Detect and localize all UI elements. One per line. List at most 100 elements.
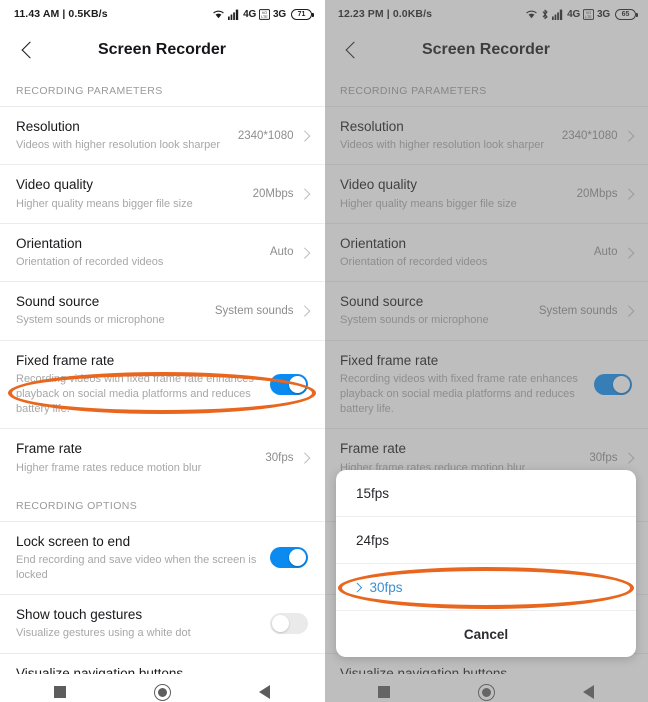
row-subtitle: Videos with higher resolution look sharp… [16,139,221,152]
dialog-option-15fps[interactable]: 15fps [336,470,636,517]
screenshot-stage: 11.43 AM | 0.5KB/s 4G VO LTE 3G 71 Scree… [0,0,648,702]
status-icons: 4G VO LTE 3G 71 [212,8,314,20]
chevron-right-icon [622,305,634,317]
back-chevron-icon [21,41,39,59]
square-recents-icon[interactable] [378,686,390,698]
chevron-right-icon [352,582,362,592]
toggle-knob [613,375,630,393]
row-fixed-frame-rate[interactable]: Fixed frame rate Recording videos with f… [0,339,324,429]
row-title: Fixed frame rate [16,352,115,368]
back-button[interactable] [8,28,52,72]
app-bar: Screen Recorder [324,28,648,72]
chevron-right-icon [298,130,310,141]
chevron-right-icon [298,305,310,317]
row-subtitle: System sounds or microphone [340,314,489,327]
left-phone-screen: 11.43 AM | 0.5KB/s 4G VO LTE 3G 71 Scree… [0,0,324,702]
row-value: 30fps [589,451,618,464]
dialog-option-24fps[interactable]: 24fps [336,517,636,564]
row-sound-source[interactable]: Sound source System sounds or microphone… [324,281,648,340]
settings-list[interactable]: RECORDING PARAMETERS Resolution Videos w… [0,72,324,674]
row-title: Orientation [340,235,407,251]
section-header-recording-parameters: RECORDING PARAMETERS [340,85,487,97]
volte-icon: VO LTE [583,8,595,20]
row-visualize-navigation-buttons[interactable]: Visualize navigation buttons Show prompt… [0,652,324,674]
row-title: Visualize navigation buttons [16,665,184,674]
dialog-option-label: 15fps [356,485,390,501]
signal-bars-icon [228,8,240,20]
section-header-recording-parameters: RECORDING PARAMETERS [16,85,163,97]
row-show-touch-gestures[interactable]: Show touch gestures Visualize gestures u… [0,594,324,653]
row-resolution[interactable]: Resolution Videos with higher resolution… [324,106,648,165]
row-subtitle: Orientation of recorded videos [340,256,488,268]
row-orientation[interactable]: Orientation Orientation of recorded vide… [0,222,324,282]
network-4g-label: 4G [567,8,581,20]
row-subtitle: Recording videos with fixed frame rate e… [340,372,578,416]
row-subtitle: System sounds or microphone [16,314,165,327]
chevron-right-icon [622,452,634,464]
circle-home-icon[interactable] [154,683,171,701]
lock-screen-to-end-toggle[interactable] [270,547,308,569]
svg-text:LTE: LTE [261,15,268,19]
row-title: Sound source [16,294,100,310]
dialog-option-label: 30fps [369,579,403,595]
wifi-icon [525,8,538,20]
square-recents-icon[interactable] [54,686,66,698]
fixed-frame-rate-toggle[interactable] [594,373,632,395]
row-value: System sounds [214,304,294,317]
row-orientation[interactable]: Orientation Orientation of recorded vide… [324,222,648,282]
bluetooth-icon [541,8,549,20]
row-value: Auto [593,246,618,259]
row-title: Frame rate [340,441,407,457]
triangle-back-icon[interactable] [583,685,594,699]
dialog-option-30fps[interactable]: 30fps [336,564,636,611]
row-lock-screen-to-end[interactable]: Lock screen to end End recording and sav… [0,520,324,595]
row-video-quality[interactable]: Video quality Higher quality means bigge… [324,164,648,223]
status-bar: 12.23 PM | 0.0KB/s 4G VO LTE 3G 65 [324,0,648,28]
status-time-and-speed: 12.23 PM | 0.0KB/s [338,8,433,20]
row-subtitle: Higher quality means bigger file size [16,197,193,210]
wifi-icon [212,8,225,20]
show-touch-gestures-toggle[interactable] [270,613,308,635]
battery-percent: 71 [297,10,306,18]
right-phone-screen: 12.23 PM | 0.0KB/s 4G VO LTE 3G 65 Scree… [324,0,648,702]
frame-rate-dialog: 15fps 24fps 30fps Cancel [336,470,636,657]
network-4g-label: 4G [243,8,257,20]
navigation-bar [324,674,648,702]
row-fixed-frame-rate[interactable]: Fixed frame rate Recording videos with f… [324,339,648,429]
home-inner-dot [158,687,167,697]
network-3g-label: 3G [597,8,610,20]
battery-icon: 65 [615,8,638,20]
dialog-cancel-button[interactable]: Cancel [336,611,636,657]
chevron-right-icon [622,130,634,141]
triangle-back-icon[interactable] [259,685,270,699]
row-title: Lock screen to end [16,533,131,549]
row-value: Auto [269,246,294,259]
panel-divider [324,0,325,702]
row-frame-rate[interactable]: Frame rate Higher frame rates reduce mot… [0,428,324,487]
home-inner-dot [482,687,491,697]
app-bar: Screen Recorder [0,28,324,72]
chevron-right-icon [298,452,310,464]
row-video-quality[interactable]: Video quality Higher quality means bigge… [0,164,324,223]
fixed-frame-rate-toggle[interactable] [270,373,308,395]
row-resolution[interactable]: Resolution Videos with higher resolution… [0,106,324,165]
row-title: Visualize navigation buttons [340,665,508,674]
row-title: Sound source [340,294,424,310]
volte-icon: VO LTE [259,8,271,20]
status-time-and-speed: 11.43 AM | 0.5KB/s [14,8,108,20]
chevron-right-icon [298,247,310,258]
signal-bars-icon [552,8,564,20]
back-button[interactable] [332,28,376,72]
row-sound-source[interactable]: Sound source System sounds or microphone… [0,281,324,340]
chevron-right-icon [298,188,310,200]
svg-text:LTE: LTE [585,15,592,19]
row-value: System sounds [538,304,618,317]
row-subtitle: Higher quality means bigger file size [340,197,517,210]
row-title: Fixed frame rate [340,352,439,368]
toggle-knob [289,375,306,393]
row-title: Video quality [340,177,418,193]
row-value: 2340*1080 [237,129,294,142]
circle-home-icon[interactable] [478,683,495,701]
row-title: Video quality [16,177,94,193]
row-value: 30fps [265,451,294,464]
